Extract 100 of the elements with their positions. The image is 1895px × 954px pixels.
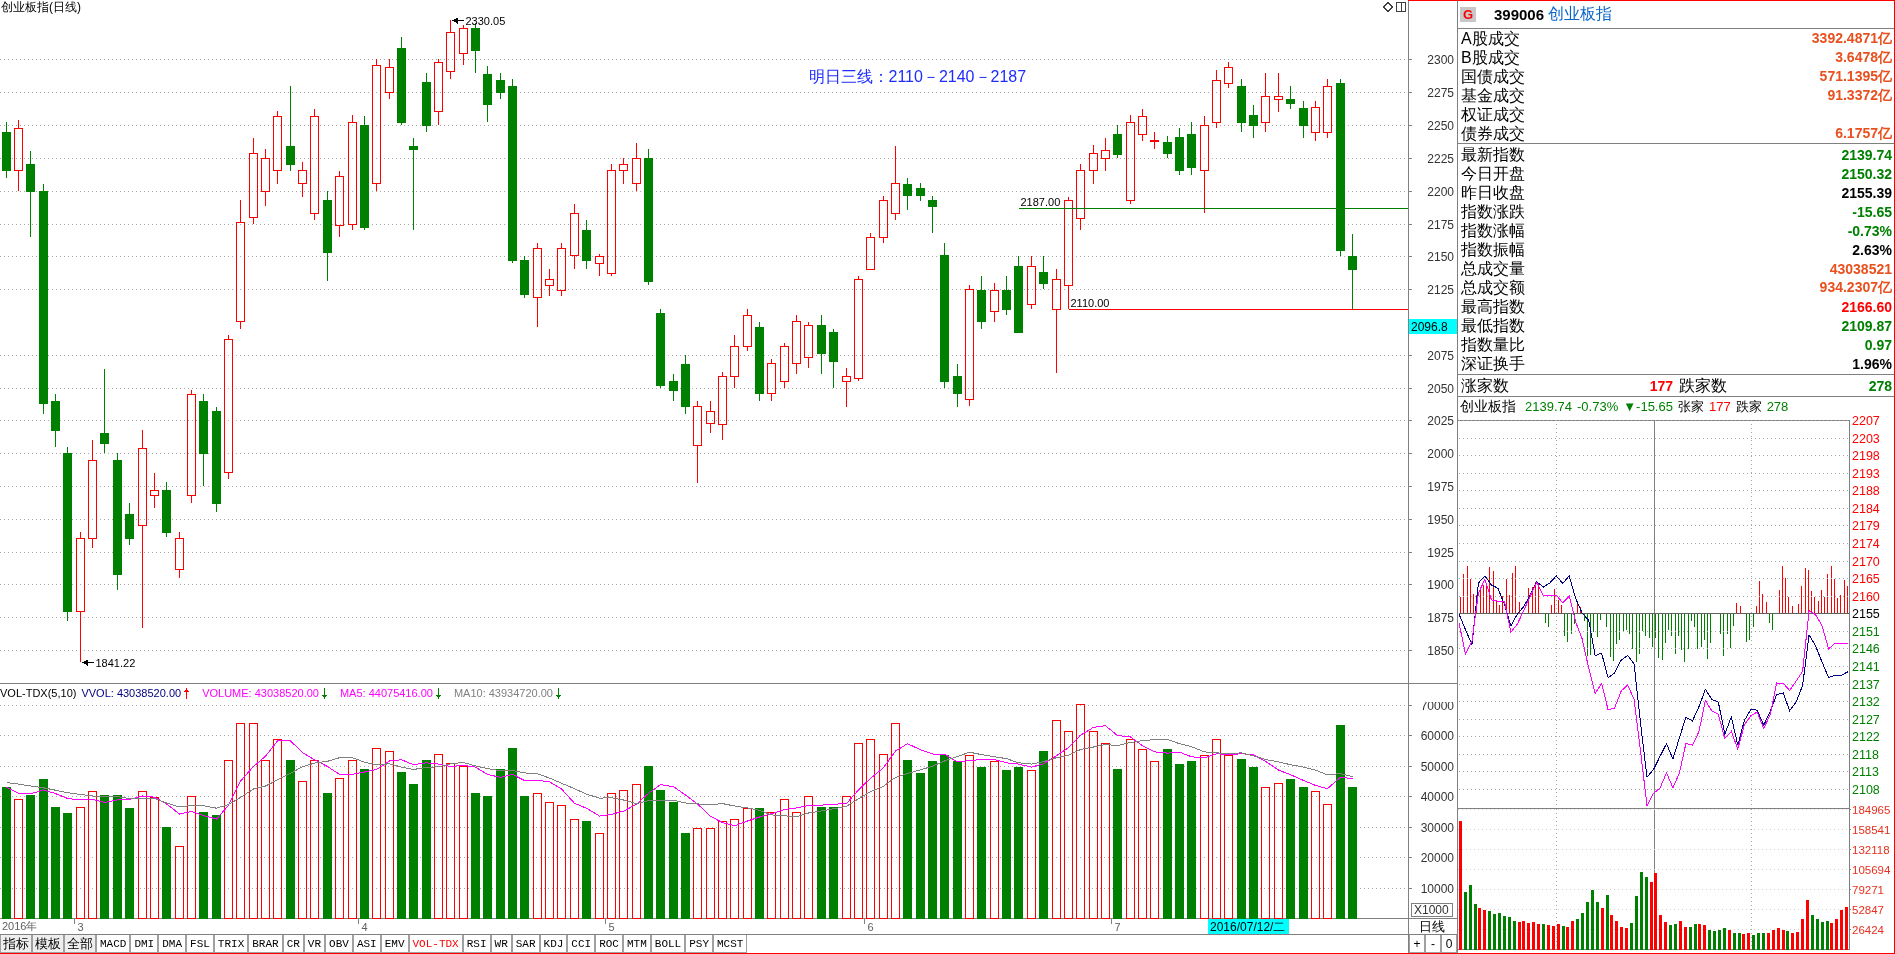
field-label: 总成交额 (1461, 278, 1525, 297)
summary-text: 177 (1708, 399, 1731, 414)
axis-label: 2118 (1852, 748, 1879, 762)
axis-label: 3 (77, 921, 84, 933)
axis-label: 2174 (1852, 537, 1880, 551)
axis-label: 2165 (1852, 572, 1880, 586)
axis-label: 2113 (1852, 765, 1879, 779)
axis-label: 184965 (1852, 803, 1891, 816)
field-label: 最高指数 (1461, 297, 1525, 316)
field-label: 最低指数 (1461, 316, 1525, 335)
year-label: 2016年 (2, 919, 38, 934)
field-value: 278 (1868, 377, 1892, 394)
axis-label: 70000 (1420, 702, 1454, 713)
index-code: 399006 (1494, 6, 1545, 23)
axis-label: 2198 (1852, 449, 1880, 463)
field-value: 43038521 (1829, 260, 1892, 277)
field-value: 91.3372亿 (1827, 86, 1892, 105)
axis-label: 2160 (1852, 590, 1880, 604)
axis-label: 1975 (1427, 479, 1454, 494)
axis-label: 2137 (1852, 678, 1880, 692)
axis-label: 2225 (1427, 151, 1454, 166)
axis-label: 2050 (1427, 381, 1454, 396)
axis-label: 1950 (1427, 512, 1454, 527)
axis-label: 2203 (1852, 432, 1880, 446)
field-value: -0.73% (1847, 222, 1892, 239)
summary-text: 张家 (1677, 397, 1704, 416)
axis-label: 2108 (1852, 783, 1880, 797)
field-value: 2109.87 (1841, 317, 1892, 334)
axis-label: 26424 (1852, 923, 1884, 936)
field-label: 涨家数 (1461, 376, 1509, 395)
axis-label: 79271 (1852, 883, 1884, 896)
axis-label: 2250 (1427, 118, 1454, 133)
axis-label: 52847 (1852, 903, 1884, 916)
forecast-note: 明日三线：2110－2140－2187 (808, 67, 1027, 85)
axis-label: 2132 (1852, 695, 1880, 709)
legend-value: MA10: 43934720.00 (453, 687, 553, 699)
axis-label: 1875 (1427, 610, 1454, 625)
axis-label: 1850 (1427, 643, 1454, 658)
field-value: 2.63% (1852, 241, 1892, 258)
field-label: A股成交 (1461, 29, 1520, 48)
cursor-date-label: 2016/07/12/二 (1208, 919, 1289, 934)
axis-label: 7 (1114, 921, 1121, 933)
axis-label: 40000 (1420, 789, 1454, 804)
extreme-price-label: 2330.05 (465, 14, 506, 27)
field-label: 国债成交 (1461, 67, 1525, 86)
axis-label: 2141 (1852, 660, 1880, 674)
axis-label: 4 (361, 921, 368, 933)
axis-label: 105694 (1852, 863, 1891, 876)
field-label: 指数量比 (1461, 335, 1525, 354)
field-value: 0.97 (1864, 336, 1892, 353)
cursor-price-tag: 2096.8 (1409, 319, 1457, 334)
axis-label: 2193 (1852, 467, 1880, 481)
level-label: 2110.00 (1070, 296, 1110, 309)
field-label: 今日开盘 (1461, 164, 1525, 183)
field-label: 总成交量 (1461, 259, 1525, 278)
field-value: 2166.60 (1841, 298, 1892, 315)
legend-value: MA5: 44075416.00 (339, 687, 433, 699)
field-label: 权证成交 (1461, 105, 1525, 124)
category-badge: G (1460, 7, 1476, 22)
legend-value: VOLUME: 43038520.00 (202, 687, 319, 699)
field-value: 2155.39 (1841, 184, 1892, 201)
field-value: 934.2307亿 (1819, 278, 1892, 297)
axis-label: 2151 (1852, 625, 1880, 639)
axis-label: 2179 (1852, 519, 1880, 533)
field-value: 6.1757亿 (1835, 124, 1892, 143)
axis-label: 6 (867, 921, 874, 933)
axis-label: 2146 (1852, 642, 1880, 656)
axis-label: 2122 (1852, 730, 1880, 744)
summary-text: 创业板指 (1460, 397, 1516, 416)
period-label: 日线 (1418, 919, 1446, 934)
axis-label: 132118 (1852, 843, 1890, 856)
summary-text: 278 (1766, 399, 1789, 414)
summary-text: -0.73% (1577, 399, 1619, 414)
summary-text: ▼-15.65 (1623, 399, 1673, 414)
axis-label: 2155 (1852, 607, 1880, 621)
field-label: 指数涨幅 (1461, 221, 1525, 240)
axis-label: 10000 (1420, 881, 1454, 896)
field-value: 3.6478亿 (1835, 48, 1892, 67)
indicator-title: VOL-TDX(5,10) (0, 687, 77, 699)
axis-label: 50000 (1420, 759, 1454, 774)
field-value: 571.1395亿 (1819, 67, 1892, 86)
field-value: 3392.4871亿 (1811, 29, 1892, 48)
field-label: 指数涨跌 (1461, 202, 1525, 221)
axis-label: 2275 (1427, 85, 1454, 100)
field-value: 1.96% (1852, 355, 1892, 372)
chart-title: 创业板指(日线) (1, 0, 81, 14)
axis-label: 158541 (1852, 823, 1891, 836)
unit-label: X1000 (1411, 903, 1453, 917)
summary-text: 跌家 (1735, 397, 1762, 416)
extreme-price-label: 1841.22 (95, 656, 136, 669)
axis-label: 2075 (1427, 348, 1454, 363)
axis-label: 1925 (1427, 545, 1454, 560)
axis-label: 2175 (1427, 217, 1454, 232)
field-label: 昨日收盘 (1461, 183, 1525, 202)
axis-label: 2188 (1852, 484, 1880, 498)
field-label: 指数振幅 (1461, 240, 1525, 259)
field-label: 跌家数 (1679, 376, 1727, 395)
axis-label: 30000 (1420, 820, 1454, 835)
field-label: 深证换手 (1461, 354, 1525, 373)
field-label: 最新指数 (1461, 145, 1525, 164)
